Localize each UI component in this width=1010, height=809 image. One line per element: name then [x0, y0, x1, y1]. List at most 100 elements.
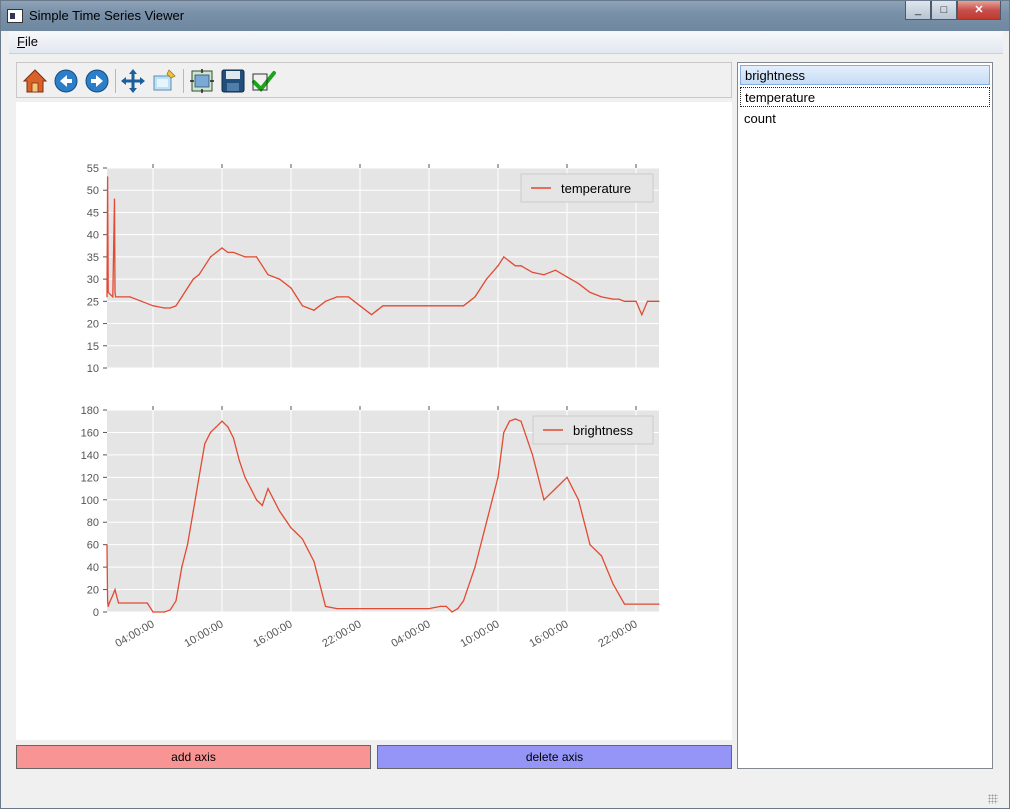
temperature-point — [290, 287, 292, 289]
resize-grip[interactable] — [988, 794, 998, 804]
forward-icon[interactable] — [84, 68, 110, 94]
temperature-point — [106, 176, 109, 178]
brightness-point — [169, 609, 171, 611]
apply-icon[interactable] — [251, 68, 277, 94]
temperature-point — [313, 309, 315, 311]
series-list[interactable]: brightness temperature count — [737, 62, 993, 769]
menu-file[interactable]: File — [17, 34, 38, 49]
temperature-point — [244, 256, 246, 258]
temperature-point — [336, 296, 338, 298]
delete-axis-button[interactable]: delete axis — [377, 745, 732, 769]
series-list-item-count[interactable]: count — [740, 109, 990, 129]
close-button[interactable]: ✕ — [957, 1, 1001, 20]
brightness-point — [112, 594, 114, 596]
brightness-point — [451, 611, 453, 613]
temperature-point — [612, 298, 614, 300]
plot-canvas[interactable]: 10 15 20 25 30 35 40 45 50 55 temperature 0 20 40 60 8… — [16, 102, 732, 740]
minimize-button[interactable]: _ — [905, 1, 931, 20]
brightness-point — [209, 431, 212, 434]
brightness-point — [238, 459, 240, 462]
temperature-point — [376, 309, 378, 311]
save-icon[interactable] — [220, 68, 246, 94]
brightness-point — [181, 566, 183, 568]
plot-figure[interactable]: 10 15 20 25 30 35 40 45 50 55 temperature 0 20 40 60 8… — [16, 102, 732, 740]
x-tick-label: 16:00:00 — [251, 618, 294, 650]
window-controls: _ □ ✕ — [905, 1, 1001, 21]
legend-label: brightness — [573, 423, 633, 438]
x-tick-label: 16:00:00 — [527, 618, 570, 650]
brightness-point — [255, 499, 258, 501]
temperature-point — [140, 300, 143, 302]
window-title: Simple Time Series Viewer — [29, 8, 185, 23]
series-list-item-brightness[interactable]: brightness — [740, 65, 990, 85]
brightness-point — [635, 603, 637, 605]
brightness-point — [359, 608, 361, 610]
navigation-toolbar — [16, 62, 732, 98]
temperature-point — [114, 291, 116, 294]
temperature-point — [485, 278, 488, 280]
temperature-point — [554, 269, 557, 271]
temperature-point — [192, 278, 194, 280]
brightness-point — [485, 521, 488, 523]
temperature-point — [439, 305, 442, 307]
y-tick-label: 55 — [87, 163, 99, 175]
temperature-point — [301, 305, 304, 307]
y-tick-label: 120 — [81, 472, 99, 484]
brightness-point — [531, 454, 534, 456]
brightness-point — [566, 476, 568, 478]
temperature-point — [618, 298, 620, 300]
y-tick-label: 100 — [81, 495, 99, 507]
back-icon[interactable] — [53, 68, 79, 94]
brightness-point — [520, 420, 522, 422]
series-list-item-temperature[interactable]: temperature — [740, 87, 990, 107]
brightness-point — [382, 608, 384, 610]
title-bar[interactable]: Simple Time Series Viewer _ □ ✕ — [1, 1, 1009, 31]
temperature-point — [198, 274, 200, 276]
configure-subplots-icon[interactable] — [189, 68, 215, 94]
temperature-point — [232, 251, 235, 254]
temperature-point — [474, 296, 476, 298]
brightness-point — [543, 499, 545, 501]
temperature-point — [204, 265, 206, 267]
brightness-point — [106, 600, 109, 602]
temperature-point — [267, 274, 269, 276]
temperature-axes: 10 15 20 25 30 35 40 45 50 55 temperature — [87, 163, 660, 375]
app-icon[interactable] — [7, 9, 23, 23]
brightness-axes: 0 20 40 60 80 100 120 140 160 180 brightness 04:00:… — [81, 405, 660, 650]
temperature-point — [382, 305, 384, 307]
temperature-point — [115, 296, 117, 298]
brightness-point — [462, 600, 465, 602]
y-tick-label: 80 — [87, 517, 99, 529]
brightness-point — [623, 603, 626, 605]
maximize-button[interactable]: □ — [931, 1, 957, 20]
temperature-point — [635, 300, 637, 302]
temperature-point — [221, 247, 223, 249]
zoom-icon[interactable] — [151, 68, 177, 94]
temperature-point — [117, 296, 120, 298]
brightness-point — [261, 504, 263, 506]
brightness-point — [370, 608, 373, 610]
brightness-point — [589, 544, 591, 546]
home-icon[interactable] — [22, 68, 48, 94]
brightness-point — [416, 608, 419, 610]
pan-icon[interactable] — [120, 68, 146, 94]
brightness-point — [221, 420, 223, 422]
temperature-point — [163, 307, 166, 309]
y-tick-label: 40 — [87, 562, 99, 574]
x-tick-label: 22:00:00 — [320, 618, 363, 650]
add-axis-button[interactable]: add axis — [16, 745, 371, 769]
y-tick-label: 30 — [87, 274, 99, 286]
temperature-point — [393, 305, 396, 307]
temperature-point — [255, 256, 258, 258]
brightness-point — [204, 443, 206, 445]
brightness-point — [439, 605, 442, 607]
temperature-point — [589, 291, 591, 294]
brightness-point — [106, 544, 108, 546]
brightness-point — [342, 608, 344, 610]
temperature-point — [278, 278, 281, 280]
y-tick-label: 180 — [81, 405, 99, 417]
brightness-point — [227, 426, 229, 428]
brightness-point — [324, 605, 327, 607]
brightness-point — [428, 608, 430, 610]
temperature-point — [566, 276, 568, 278]
